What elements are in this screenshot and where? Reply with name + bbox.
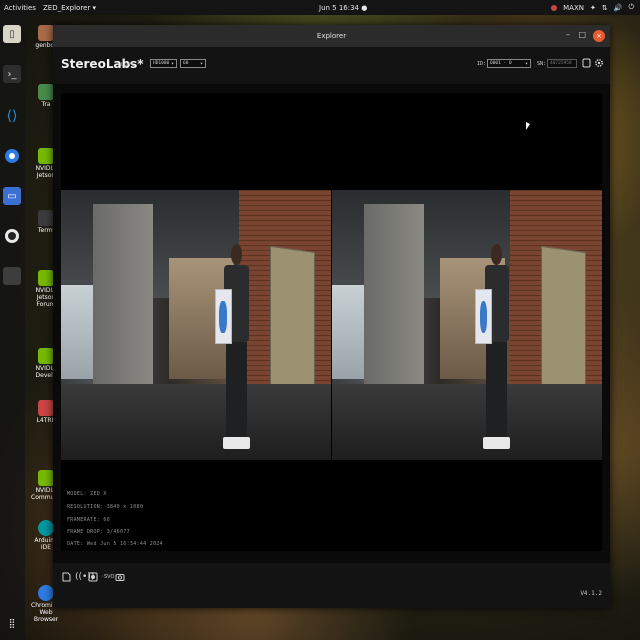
files-icon[interactable]: ▯	[3, 25, 21, 43]
explorer-window: Explorer – □ × StereoLabs* LIVE HD1080 ▾…	[53, 25, 610, 608]
resolution-select[interactable]: HD1080 ▾	[150, 59, 177, 68]
right-camera-frame	[332, 190, 602, 460]
power-icon[interactable]: ⏻	[628, 3, 634, 12]
id-label: ID:	[477, 61, 487, 67]
info-resolution: RESOLUTION: 3840 x 1080	[67, 504, 144, 510]
info-frame-drop: FRAME DROP: 3/46077	[67, 529, 130, 535]
show-apps-icon[interactable]: ⣿	[3, 615, 21, 633]
trash-icon	[38, 84, 54, 100]
obs-icon[interactable]	[3, 227, 21, 245]
nvidia-icon	[38, 270, 54, 286]
chevron-down-icon: ▾	[524, 60, 528, 67]
live-mode-label: LIVE	[121, 62, 136, 68]
mouse-cursor-icon	[526, 122, 530, 130]
settings-gear-icon[interactable]	[594, 58, 603, 68]
info-model: MODEL: ZED X	[67, 491, 107, 497]
chevron-down-icon: ▾	[199, 60, 203, 67]
app-menu[interactable]: ZED_Explorer ▾	[43, 4, 96, 12]
chevron-down-icon: ▾	[170, 60, 174, 67]
info-date: DATE: Wed Jun 5 16:34:44 2024	[67, 541, 163, 547]
app-footer: ((•)) ◦SVO V4.1.2	[53, 563, 610, 608]
bluetooth-icon[interactable]: ✦	[590, 4, 596, 12]
volume-icon[interactable]: 🔊	[614, 4, 623, 12]
folder-icon	[38, 25, 54, 41]
record-indicator-icon	[551, 4, 558, 11]
sn-label: SN:	[537, 61, 547, 67]
serial-number-field: 40725958	[547, 59, 577, 68]
nvidia-icon	[38, 148, 54, 164]
camera-switch-icon[interactable]	[582, 58, 591, 68]
video-viewer[interactable]: MODEL: ZED X RESOLUTION: 3840 x 1080 FRA…	[61, 93, 602, 551]
document-icon	[38, 400, 54, 416]
app-header: StereoLabs* LIVE HD1080 ▾ 60 ▾ ID: 0001 …	[53, 47, 610, 84]
record-icon[interactable]	[88, 572, 98, 582]
camera-id-select[interactable]: 0001 - 0 ▾	[487, 59, 531, 68]
arduino-icon	[38, 520, 54, 536]
info-framerate: FRAMERATE: 60	[67, 517, 111, 523]
system-tray[interactable]: MAXN ✦ ⇅ 🔊 ⏻	[551, 3, 634, 12]
nvidia-icon	[38, 470, 54, 486]
clock[interactable]: Jun 5 16:34 ●	[319, 4, 367, 12]
activities-button[interactable]: Activities	[4, 4, 36, 12]
nvidia-icon	[38, 348, 54, 364]
fps-select[interactable]: 60 ▾	[180, 59, 206, 68]
chromium-icon	[38, 585, 54, 601]
person-holding-poster	[474, 244, 516, 450]
chromium-icon[interactable]	[3, 147, 21, 165]
terminal-icon	[38, 210, 54, 226]
window-title: Explorer	[316, 32, 347, 40]
dock: ▯ ›_ ⟨⟩ ▭ ⣿	[0, 15, 25, 640]
svo-icon[interactable]: ◦SVO	[101, 572, 114, 582]
window-title-bar[interactable]: Explorer – □ ×	[53, 25, 610, 47]
terminal-icon[interactable]: ›_	[3, 65, 21, 83]
version-label: V4.1.2	[580, 590, 602, 597]
close-button[interactable]: ×	[593, 30, 605, 42]
screenshot-icon[interactable]: ▭	[3, 187, 21, 205]
stream-icon[interactable]: ((•))	[75, 572, 94, 582]
person-holding-poster	[214, 244, 256, 450]
zed-explorer-icon[interactable]	[3, 267, 21, 285]
left-camera-frame	[61, 190, 331, 460]
network-icon[interactable]: ⇅	[602, 4, 608, 12]
system-top-bar: Activities ZED_Explorer ▾ Jun 5 16:34 ● …	[0, 0, 640, 15]
vscode-icon[interactable]: ⟨⟩	[3, 107, 21, 125]
power-mode-label[interactable]: MAXN	[563, 4, 584, 12]
minimize-button[interactable]: –	[566, 30, 570, 39]
file-icon[interactable]	[61, 572, 71, 582]
snapshot-camera-icon[interactable]	[115, 572, 125, 582]
maximize-button[interactable]: □	[578, 30, 586, 39]
